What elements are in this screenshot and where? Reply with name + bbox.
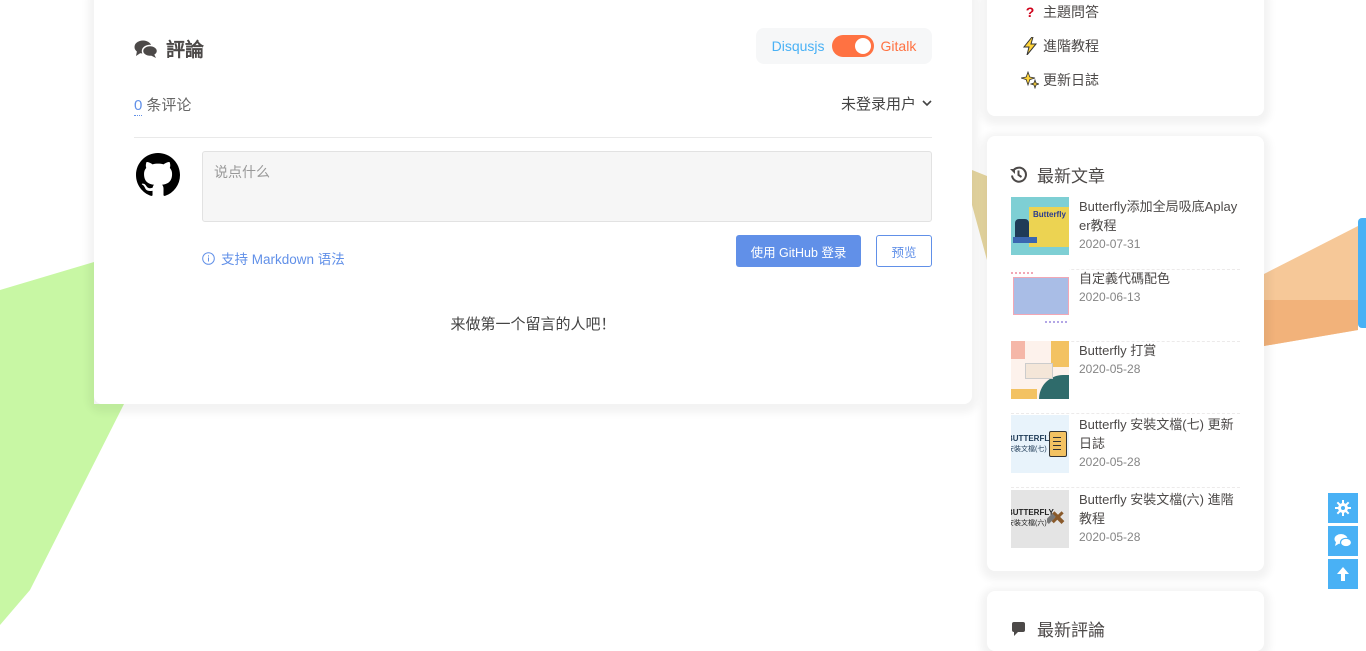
post-title[interactable]: Butterfly 安裝文檔(七) 更新日誌 — [1079, 415, 1241, 453]
comment-count-label: 条评论 — [146, 97, 192, 114]
link-item-advanced[interactable]: 進階教程 — [1021, 36, 1099, 56]
comments-title: 評論 — [166, 40, 205, 61]
post-thumbnail[interactable]: Butterfly — [1011, 197, 1069, 255]
switch-gitalk-label[interactable]: Gitalk — [881, 38, 917, 54]
newest-comments-heading: 最新評論 — [1010, 616, 1105, 641]
post-thumbnail[interactable]: BUTTERFLY 安裝文檔(七) — [1011, 415, 1069, 473]
thumb-text: 安裝文檔(七) — [1011, 446, 1047, 453]
preview-button[interactable]: 预览 — [876, 235, 932, 267]
post-thumbnail[interactable]: BUTTERFLY 安裝文檔(六) — [1011, 490, 1069, 548]
empty-comments-message: 来做第一个留言的人吧！ — [450, 316, 616, 333]
thumb-text: 安裝文檔(六) — [1011, 520, 1047, 527]
recent-post-item[interactable]: Butterfly Butterfly添加全局吸底Aplayer教程 2020-… — [1011, 197, 1240, 270]
history-icon — [1010, 166, 1027, 183]
link-item-faq[interactable]: ? 主題問答 — [1021, 2, 1099, 22]
recent-posts-card: 最新文章 Butterfly Butterfly添加全局吸底Aplayer教程 … — [987, 136, 1264, 571]
settings-button[interactable] — [1328, 493, 1358, 523]
link-label: 主題問答 — [1043, 4, 1099, 20]
thumb-text: BUTTERFLY — [1011, 434, 1054, 443]
side-drawer-tab[interactable] — [1358, 218, 1366, 328]
github-avatar-icon — [136, 153, 180, 196]
login-user-label: 未登录用户 — [840, 96, 916, 113]
quick-links-card: ? 主題問答 進階教程 更新日誌 — [987, 0, 1264, 116]
recent-post-item[interactable]: BUTTERFLY 安裝文檔(六) Butterfly 安裝文檔(六) 進階教程… — [1011, 490, 1240, 562]
markdown-tip-label: 支持 Markdown 语法 — [221, 252, 345, 267]
thumb-text: Butterfly — [1033, 210, 1066, 219]
post-date: 2020-05-28 — [1079, 362, 1141, 376]
post-title[interactable]: Butterfly添加全局吸底Aplayer教程 — [1079, 197, 1241, 235]
comment-toggle[interactable] — [831, 35, 874, 57]
toggle-knob — [854, 38, 871, 54]
post-date: 2020-07-31 — [1079, 237, 1141, 251]
recent-posts-heading: 最新文章 — [1010, 162, 1105, 187]
recent-post-item[interactable]: BUTTERFLY 安裝文檔(七) Butterfly 安裝文檔(七) 更新日誌… — [1011, 415, 1240, 488]
newest-comments-card: 最新評論 — [987, 591, 1264, 651]
link-item-changelog[interactable]: 更新日誌 — [1021, 70, 1099, 90]
comment-placeholder: 说点什么 — [214, 164, 270, 180]
sparkles-icon — [1021, 71, 1039, 89]
info-icon — [202, 251, 215, 265]
link-label: 進階教程 — [1043, 38, 1099, 54]
recent-post-item[interactable]: Butterfly 打賞 2020-05-28 — [1011, 341, 1240, 414]
scroll-to-comments-button[interactable] — [1328, 526, 1358, 556]
recent-posts-title: 最新文章 — [1037, 167, 1105, 186]
post-date: 2020-06-13 — [1079, 290, 1141, 304]
comments-heading: 評論 — [134, 35, 204, 62]
switch-disqusjs-label[interactable]: Disqusjs — [772, 38, 825, 54]
chevron-down-icon — [922, 100, 932, 107]
gear-icon — [1335, 500, 1351, 516]
comments-icon — [1334, 534, 1352, 548]
comment-textarea[interactable]: 说点什么 — [202, 151, 932, 222]
github-login-button[interactable]: 使用 GitHub 登录 — [736, 235, 861, 267]
post-thumbnail[interactable] — [1011, 269, 1069, 327]
link-label: 更新日誌 — [1043, 72, 1099, 88]
back-to-top-button[interactable] — [1328, 559, 1358, 589]
post-thumbnail[interactable] — [1011, 341, 1069, 399]
post-date: 2020-05-28 — [1079, 455, 1141, 469]
question-icon: ? — [1025, 4, 1035, 20]
newest-comments-title: 最新評論 — [1037, 621, 1105, 640]
comment-count-row: 0 条评论 未登录用户 — [134, 94, 932, 138]
post-title[interactable]: Butterfly 打賞 — [1079, 341, 1241, 360]
login-user-menu[interactable]: 未登录用户 — [841, 93, 932, 114]
post-title[interactable]: 自定義代碼配色 — [1079, 269, 1241, 288]
comments-card: 評論 Disqusjs Gitalk 0 条评论 未登录用户 说点什么 支持 Ma… — [94, 0, 972, 404]
comment-system-switch: Disqusjs Gitalk — [756, 28, 932, 64]
markdown-tip-link[interactable]: 支持 Markdown 语法 — [202, 248, 345, 268]
comment-icon — [1012, 622, 1025, 636]
comments-icon — [134, 40, 158, 58]
post-date: 2020-05-28 — [1079, 530, 1141, 544]
arrow-up-icon — [1337, 567, 1349, 581]
comment-count: 0 — [134, 97, 143, 116]
lightning-icon — [1021, 37, 1039, 55]
post-title[interactable]: Butterfly 安裝文檔(六) 進階教程 — [1079, 490, 1241, 528]
recent-post-item[interactable]: 自定義代碼配色 2020-06-13 — [1011, 269, 1240, 342]
